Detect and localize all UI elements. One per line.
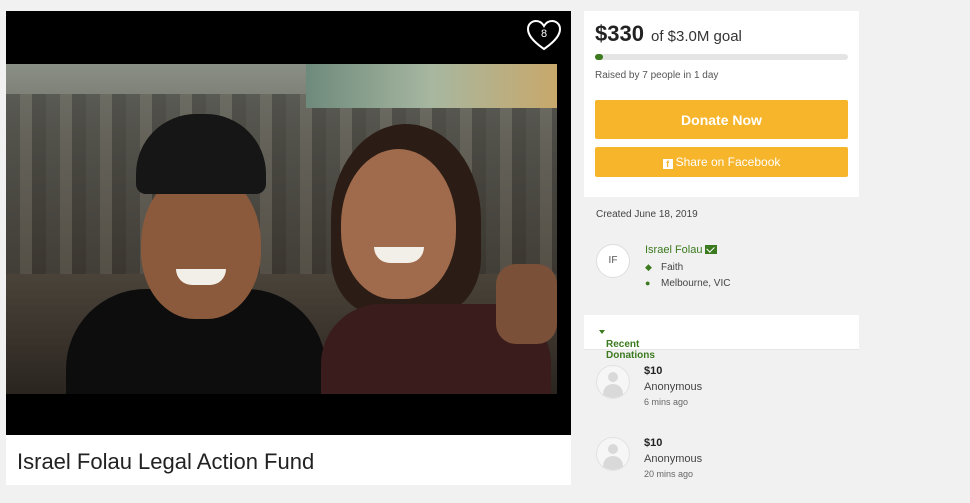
organizer-avatar[interactable]: IF bbox=[596, 244, 630, 278]
progress-bar-fill bbox=[595, 54, 603, 60]
donation-amount: $10 bbox=[644, 437, 663, 449]
chevron-down-icon bbox=[599, 330, 605, 334]
campaign-title: Israel Folau Legal Action Fund bbox=[17, 449, 315, 474]
donation-time: 6 mins ago bbox=[644, 397, 689, 407]
donor-avatar-icon bbox=[596, 365, 630, 399]
verified-mail-icon bbox=[705, 245, 718, 254]
location-label: Melbourne, VIC bbox=[661, 278, 731, 289]
raised-text: Raised by 7 people in 1 day bbox=[595, 70, 719, 81]
donation-item: $10 Anonymous 20 mins ago bbox=[584, 437, 859, 503]
person-right bbox=[321, 124, 551, 394]
person-left bbox=[66, 114, 326, 394]
facebook-icon: f bbox=[662, 159, 673, 169]
organizer-link[interactable]: Israel Folau bbox=[645, 244, 718, 256]
recent-donations-label[interactable]: Recent Donations bbox=[606, 339, 655, 361]
goal-card: $330 of $3.0M goal Raised by 7 people in… bbox=[584, 11, 859, 197]
location-pin-icon: ● bbox=[645, 278, 651, 288]
donor-name: Anonymous bbox=[644, 453, 703, 465]
recent-donations-header[interactable]: Recent Donations bbox=[584, 315, 859, 361]
category-label[interactable]: Faith bbox=[661, 262, 683, 273]
donate-button[interactable]: Donate Now bbox=[595, 100, 848, 139]
donation-time: 20 mins ago bbox=[644, 469, 694, 479]
campaign-photo bbox=[6, 64, 557, 394]
share-label: Share on Facebook bbox=[675, 155, 781, 169]
created-date: Created June 18, 2019 bbox=[596, 209, 698, 220]
campaign-media: 8 bbox=[6, 11, 571, 435]
raised-amount: $330 bbox=[595, 21, 644, 46]
tag-icon: ◆ bbox=[645, 262, 652, 272]
heart-button[interactable]: 8 bbox=[526, 20, 562, 52]
donation-amount: $10 bbox=[644, 365, 663, 377]
donor-avatar-icon bbox=[596, 437, 630, 471]
share-facebook-button[interactable]: f Share on Facebook bbox=[595, 147, 848, 177]
heart-count: 8 bbox=[540, 28, 548, 40]
progress-bar bbox=[595, 54, 848, 60]
organizer-name[interactable]: Israel Folau bbox=[645, 244, 702, 256]
goal-text: of $3.0M goal bbox=[651, 28, 742, 45]
donation-item: $10 Anonymous 6 mins ago bbox=[584, 365, 859, 431]
location-row: ● Melbourne, VIC bbox=[645, 278, 730, 289]
donor-name: Anonymous bbox=[644, 381, 703, 393]
campaign-title-card: Israel Folau Legal Action Fund bbox=[6, 435, 571, 485]
category-row[interactable]: ◆ Faith bbox=[645, 262, 683, 273]
